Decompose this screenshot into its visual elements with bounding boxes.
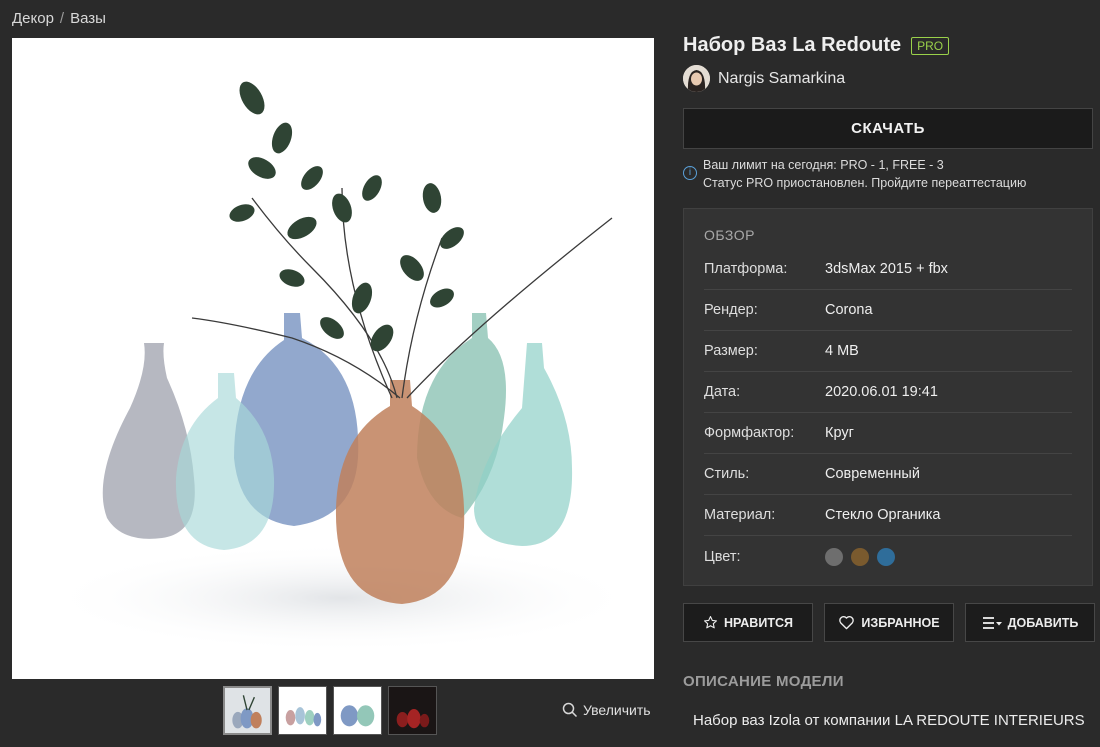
thumbnail-strip — [223, 686, 437, 735]
like-button[interactable]: НРАВИТСЯ — [683, 603, 813, 642]
thumbnail-4[interactable] — [388, 686, 437, 735]
overview-row-platform: Платформа: 3dsMax 2015 + fbx — [704, 249, 1072, 290]
breadcrumb-separator: / — [59, 10, 65, 27]
overview-value: 3dsMax 2015 + fbx — [825, 261, 948, 277]
overview-label: Стиль: — [704, 466, 750, 482]
overview-value: 4 MB — [825, 343, 859, 359]
overview-row-material: Материал: Стекло Органика — [704, 495, 1072, 536]
overview-label: Рендер: — [704, 302, 758, 318]
overview-row-render: Рендер: Corona — [704, 290, 1072, 331]
overview-row-date: Дата: 2020.06.01 19:41 — [704, 372, 1072, 413]
overview-panel: ОБЗОР Платформа: 3dsMax 2015 + fbx Ренде… — [683, 208, 1093, 586]
overview-value[interactable]: Corona — [825, 302, 873, 318]
overview-label: Дата: — [704, 384, 741, 400]
model-title: Набор Ваз La Redoute — [683, 34, 902, 56]
pro-badge: PRO — [911, 36, 950, 55]
color-swatches — [825, 547, 895, 566]
favorite-button[interactable]: ИЗБРАННОЕ — [824, 603, 954, 642]
breadcrumb-item-vases[interactable]: Вазы — [70, 10, 106, 27]
overview-row-size: Размер: 4 MB — [704, 331, 1072, 372]
author-name: Nargis Samarkina — [718, 69, 846, 87]
overview-value[interactable]: Современный — [825, 466, 920, 482]
download-button[interactable]: СКАЧАТЬ — [683, 108, 1093, 149]
thumbnail-3[interactable] — [333, 686, 382, 735]
overview-heading: ОБЗОР — [704, 227, 755, 243]
heart-icon — [839, 616, 855, 630]
overview-value: 2020.06.01 19:41 — [825, 384, 938, 400]
author-link[interactable]: Nargis Samarkina — [683, 65, 845, 92]
overview-label: Материал: — [704, 507, 776, 523]
description-text: Набор ваз Izola от компании LA REDOUTE I… — [693, 712, 1085, 729]
overview-label: Размер: — [704, 343, 758, 359]
thumbnail-2[interactable] — [278, 686, 327, 735]
overview-label: Платформа: — [704, 261, 788, 277]
breadcrumb: Декор / Вазы — [12, 10, 106, 27]
like-label: НРАВИТСЯ — [724, 615, 793, 630]
action-buttons: НРАВИТСЯ ИЗБРАННОЕ ДОБАВИТЬ — [683, 603, 1095, 642]
avatar — [683, 65, 710, 92]
title-row: Набор Ваз La Redoute PRO — [683, 34, 950, 57]
overview-row-style: Стиль: Современный — [704, 454, 1072, 495]
main-preview-image[interactable] — [12, 38, 654, 679]
thumbnail-1[interactable] — [223, 686, 272, 735]
add-label: ДОБАВИТЬ — [1007, 615, 1079, 630]
vases-render — [42, 81, 642, 653]
overview-value[interactable]: Круг — [825, 425, 854, 441]
list-add-icon — [982, 616, 1002, 629]
star-icon — [704, 616, 718, 629]
color-swatch-grey[interactable] — [825, 547, 843, 566]
color-swatch-blue[interactable] — [877, 547, 895, 566]
add-to-collection-button[interactable]: ДОБАВИТЬ — [965, 603, 1095, 642]
magnifier-icon — [562, 702, 578, 718]
zoom-label: Увеличить — [583, 702, 651, 718]
zoom-button[interactable]: Увеличить — [562, 702, 651, 718]
description-heading: ОПИСАНИЕ МОДЕЛИ — [683, 673, 844, 690]
favorite-label: ИЗБРАННОЕ — [861, 615, 940, 630]
overview-row-formfactor: Формфактор: Круг — [704, 413, 1072, 454]
info-icon: i — [683, 166, 697, 180]
overview-label: Формфактор: — [704, 425, 795, 441]
color-swatch-brown[interactable] — [851, 547, 869, 566]
overview-label: Цвет: — [704, 548, 741, 565]
overview-row-color: Цвет: — [704, 536, 1072, 577]
breadcrumb-item-decor[interactable]: Декор — [12, 10, 54, 27]
download-limits: i Ваш лимит на сегодня: PRO - 1, FREE - … — [683, 156, 1026, 192]
limit-text: Ваш лимит на сегодня: PRO - 1, FREE - 3 — [703, 158, 944, 172]
status-text: Статус PRO приостановлен. Пройдите переа… — [703, 176, 1027, 190]
overview-value[interactable]: Стекло Органика — [825, 507, 940, 523]
